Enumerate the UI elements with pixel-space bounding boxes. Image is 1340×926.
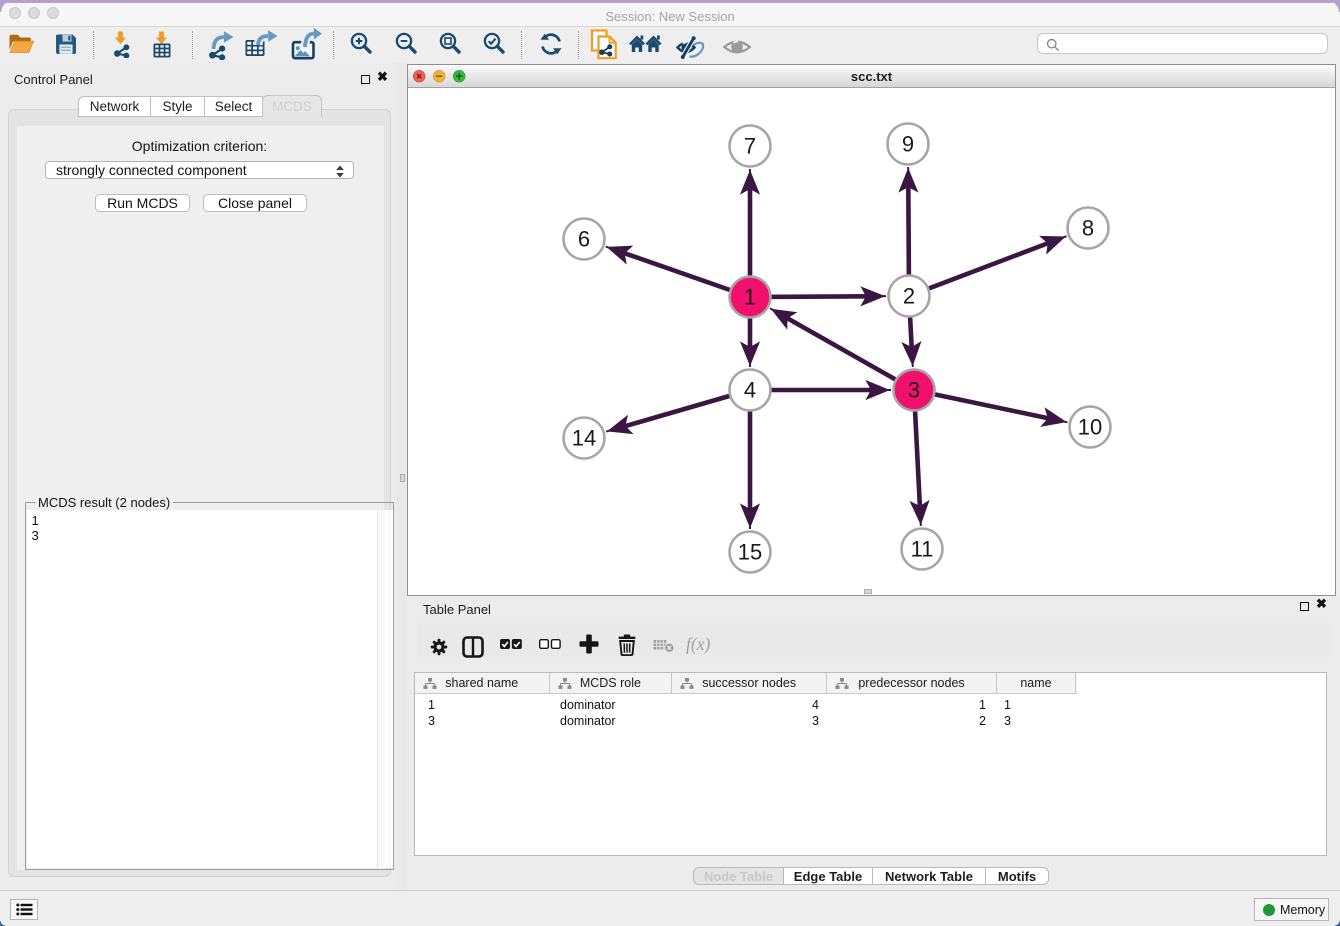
svg-text:9: 9 bbox=[902, 132, 914, 157]
svg-text:15: 15 bbox=[738, 540, 762, 565]
svg-text:2: 2 bbox=[903, 284, 915, 309]
svg-text:8: 8 bbox=[1082, 216, 1094, 241]
svg-text:11: 11 bbox=[911, 537, 934, 562]
svg-text:14: 14 bbox=[572, 426, 596, 451]
svg-text:3: 3 bbox=[908, 378, 920, 403]
svg-text:4: 4 bbox=[744, 378, 756, 403]
svg-text:10: 10 bbox=[1078, 415, 1102, 440]
svg-text:1: 1 bbox=[744, 285, 756, 310]
svg-text:6: 6 bbox=[578, 227, 590, 252]
svg-text:7: 7 bbox=[744, 134, 756, 159]
